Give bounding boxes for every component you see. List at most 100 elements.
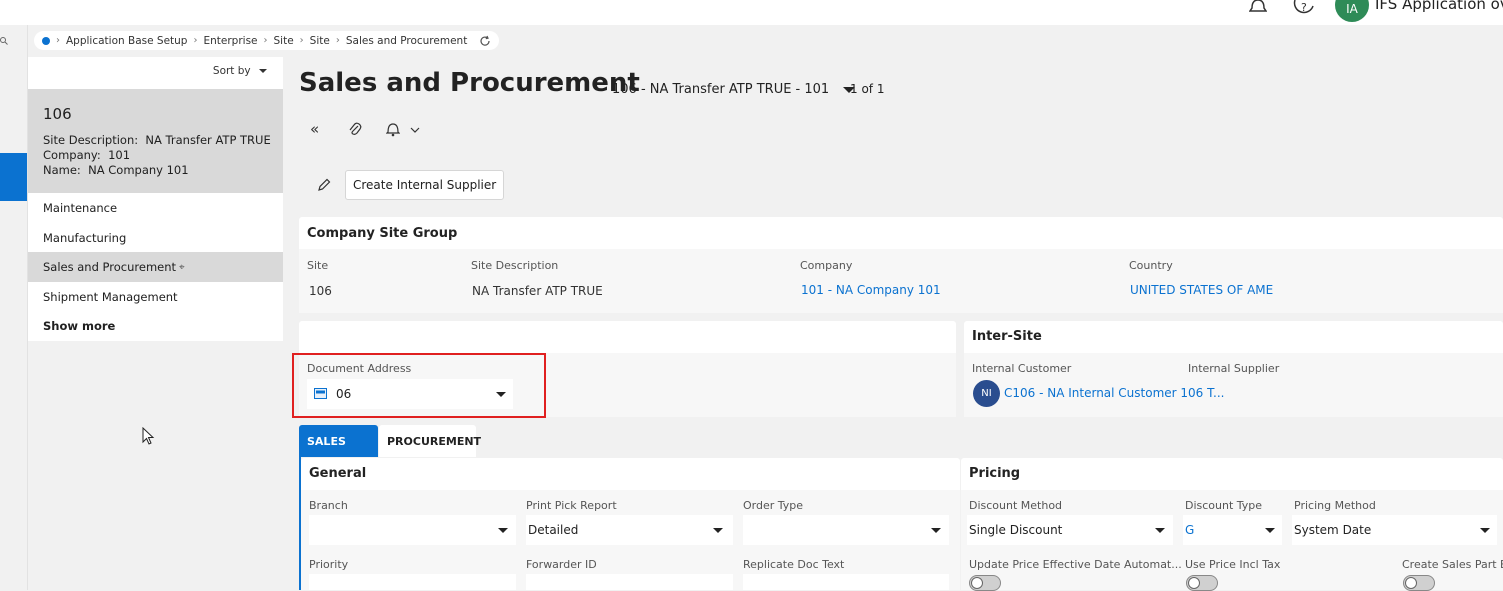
- country-link[interactable]: UNITED STATES OF AME: [1130, 283, 1273, 297]
- tab-sales[interactable]: SALES: [299, 425, 378, 458]
- branch-select[interactable]: [309, 515, 516, 545]
- tab-procurement[interactable]: PROCUREMENT: [379, 425, 481, 458]
- user-initials: IA: [1346, 2, 1358, 16]
- record-counter: 1 of 1: [850, 82, 885, 96]
- chevron-right-icon: ›: [56, 35, 60, 46]
- show-more-link[interactable]: Show more: [28, 311, 283, 341]
- record-site-description: Site Description: NA Transfer ATP TRUE: [43, 133, 271, 147]
- company-site-group-card: Company Site Group Site 106 Site Descrip…: [299, 217, 1503, 313]
- name-value: NA Company 101: [88, 163, 189, 177]
- forwarder-id-label: Forwarder ID: [526, 558, 597, 571]
- create-internal-supplier-button[interactable]: Create Internal Supplier: [345, 170, 505, 200]
- caret-down-icon: [259, 69, 267, 73]
- print-pick-report-select[interactable]: Detailed: [526, 515, 733, 545]
- use-price-incl-tax-label: Use Price Incl Tax: [1185, 558, 1281, 571]
- company-label: Company: [800, 259, 853, 272]
- page-title: Sales and Procurement: [299, 68, 640, 98]
- pricing-method-select[interactable]: System Date: [1292, 515, 1497, 545]
- forwarder-id-select[interactable]: [526, 574, 733, 590]
- chevron-down-icon[interactable]: [410, 127, 420, 134]
- company-site-group-fields: Site 106 Site Description NA Transfer AT…: [299, 249, 1503, 313]
- breadcrumb-item[interactable]: Site: [274, 35, 294, 47]
- site-description-label: Site Description: [471, 259, 559, 272]
- priority-label: Priority: [309, 558, 349, 571]
- nav-item-sales-and-procurement[interactable]: Sales and Procurement ⌖: [28, 252, 283, 282]
- active-nav-marker[interactable]: [0, 153, 27, 201]
- company-value: 101: [108, 148, 131, 162]
- record-company: Company: 101: [43, 148, 130, 162]
- selected-record-card[interactable]: 106 Site Description: NA Transfer ATP TR…: [28, 89, 283, 193]
- tab-bar: SALES PROCUREMENT: [299, 425, 1503, 458]
- priority-input[interactable]: [309, 574, 516, 590]
- top-bar: ? IA IFS Application ov: [0, 0, 1503, 25]
- pricing-method-value: System Date: [1294, 523, 1372, 537]
- attachment-icon[interactable]: [348, 121, 362, 137]
- use-price-incl-tax-toggle[interactable]: [1186, 575, 1218, 591]
- inter-site-title: Inter-Site: [972, 329, 1042, 344]
- discount-method-value: Single Discount: [969, 523, 1063, 537]
- search-icon[interactable]: [0, 37, 8, 45]
- refresh-icon[interactable]: [479, 35, 491, 47]
- general-title: General: [309, 466, 367, 481]
- create-sales-part-toggle[interactable]: [1403, 575, 1435, 591]
- record-selector[interactable]: 106 - NA Transfer ATP TRUE - 101: [612, 82, 856, 97]
- pricing-method-label: Pricing Method: [1294, 499, 1376, 512]
- breadcrumb: › Application Base Setup › Enterprise › …: [34, 31, 500, 50]
- site-description-label: Site Description:: [43, 133, 139, 147]
- order-type-select[interactable]: [743, 515, 949, 545]
- navigator-empty-area: [28, 341, 283, 590]
- mouse-cursor-icon: [142, 427, 155, 445]
- navigator-panel: Sort by 106 Site Description: NA Transfe…: [28, 57, 283, 590]
- nav-item-manufacturing[interactable]: Manufacturing: [28, 223, 283, 253]
- breadcrumb-item[interactable]: Enterprise: [203, 35, 257, 47]
- user-avatar[interactable]: IA: [1335, 0, 1369, 22]
- name-label: Name:: [43, 163, 81, 177]
- discount-method-select[interactable]: Single Discount: [967, 515, 1173, 545]
- nav-item-maintenance[interactable]: Maintenance: [28, 193, 283, 223]
- create-sales-part-label: Create Sales Part Ba: [1402, 558, 1503, 571]
- customer-avatar: NI: [973, 380, 1000, 407]
- update-price-effective-date-label: Update Price Effective Date Automat...: [969, 558, 1182, 571]
- discount-type-value: G: [1185, 523, 1195, 537]
- help-icon[interactable]: ?: [1293, 0, 1317, 14]
- pin-icon[interactable]: ⌖: [179, 262, 185, 273]
- site-value: 106: [309, 284, 332, 298]
- record-name: Name: NA Company 101: [43, 163, 189, 177]
- collapse-navigator-icon[interactable]: «: [310, 120, 319, 138]
- chevron-right-icon: ›: [299, 35, 304, 46]
- caret-down-icon: [1480, 528, 1490, 533]
- nav-item-shipment-management[interactable]: Shipment Management: [28, 282, 283, 312]
- chevron-right-icon: ›: [335, 35, 340, 46]
- notification-bell-icon[interactable]: [386, 122, 400, 137]
- site-description-value: NA Transfer ATP TRUE: [472, 284, 603, 298]
- company-link[interactable]: 101 - NA Company 101: [801, 283, 941, 297]
- caret-down-icon: [1265, 528, 1275, 533]
- replicate-doc-text-label: Replicate Doc Text: [743, 558, 845, 571]
- sort-by-label: Sort by: [212, 65, 251, 77]
- highlight-box: [292, 353, 546, 418]
- update-price-effective-date-toggle[interactable]: [969, 575, 1001, 591]
- replicate-doc-text-select[interactable]: [743, 574, 949, 590]
- caret-down-icon: [1155, 528, 1165, 533]
- record-selector-label: 106 - NA Transfer ATP TRUE - 101: [612, 82, 830, 97]
- discount-method-label: Discount Method: [969, 499, 1063, 512]
- sort-by-dropdown[interactable]: Sort by: [213, 65, 267, 77]
- inter-site-fields: Internal Customer Internal Supplier NI C…: [964, 353, 1503, 417]
- company-label: Company:: [43, 148, 101, 162]
- pricing-card: Pricing Discount Method Single Discount …: [961, 458, 1503, 591]
- pricing-title: Pricing: [969, 466, 1021, 481]
- edit-pencil-icon[interactable]: [317, 178, 331, 192]
- user-name[interactable]: IFS Application ov: [1375, 0, 1503, 13]
- home-icon[interactable]: [42, 36, 50, 45]
- site-description-value: NA Transfer ATP TRUE: [145, 133, 271, 147]
- internal-supplier-label: Internal Supplier: [1188, 362, 1280, 375]
- breadcrumb-item[interactable]: Site: [310, 35, 330, 47]
- internal-customer-link[interactable]: C106 - NA Internal Customer 106 T...: [1004, 386, 1224, 400]
- site-label: Site: [307, 259, 329, 272]
- general-card: General Branch Print Pick Report Detaile…: [301, 458, 960, 590]
- notification-bell-icon[interactable]: [1249, 0, 1267, 14]
- breadcrumb-item[interactable]: Application Base Setup: [66, 35, 187, 47]
- discount-type-select[interactable]: G: [1183, 515, 1282, 545]
- branch-label: Branch: [309, 499, 348, 512]
- country-label: Country: [1129, 259, 1173, 272]
